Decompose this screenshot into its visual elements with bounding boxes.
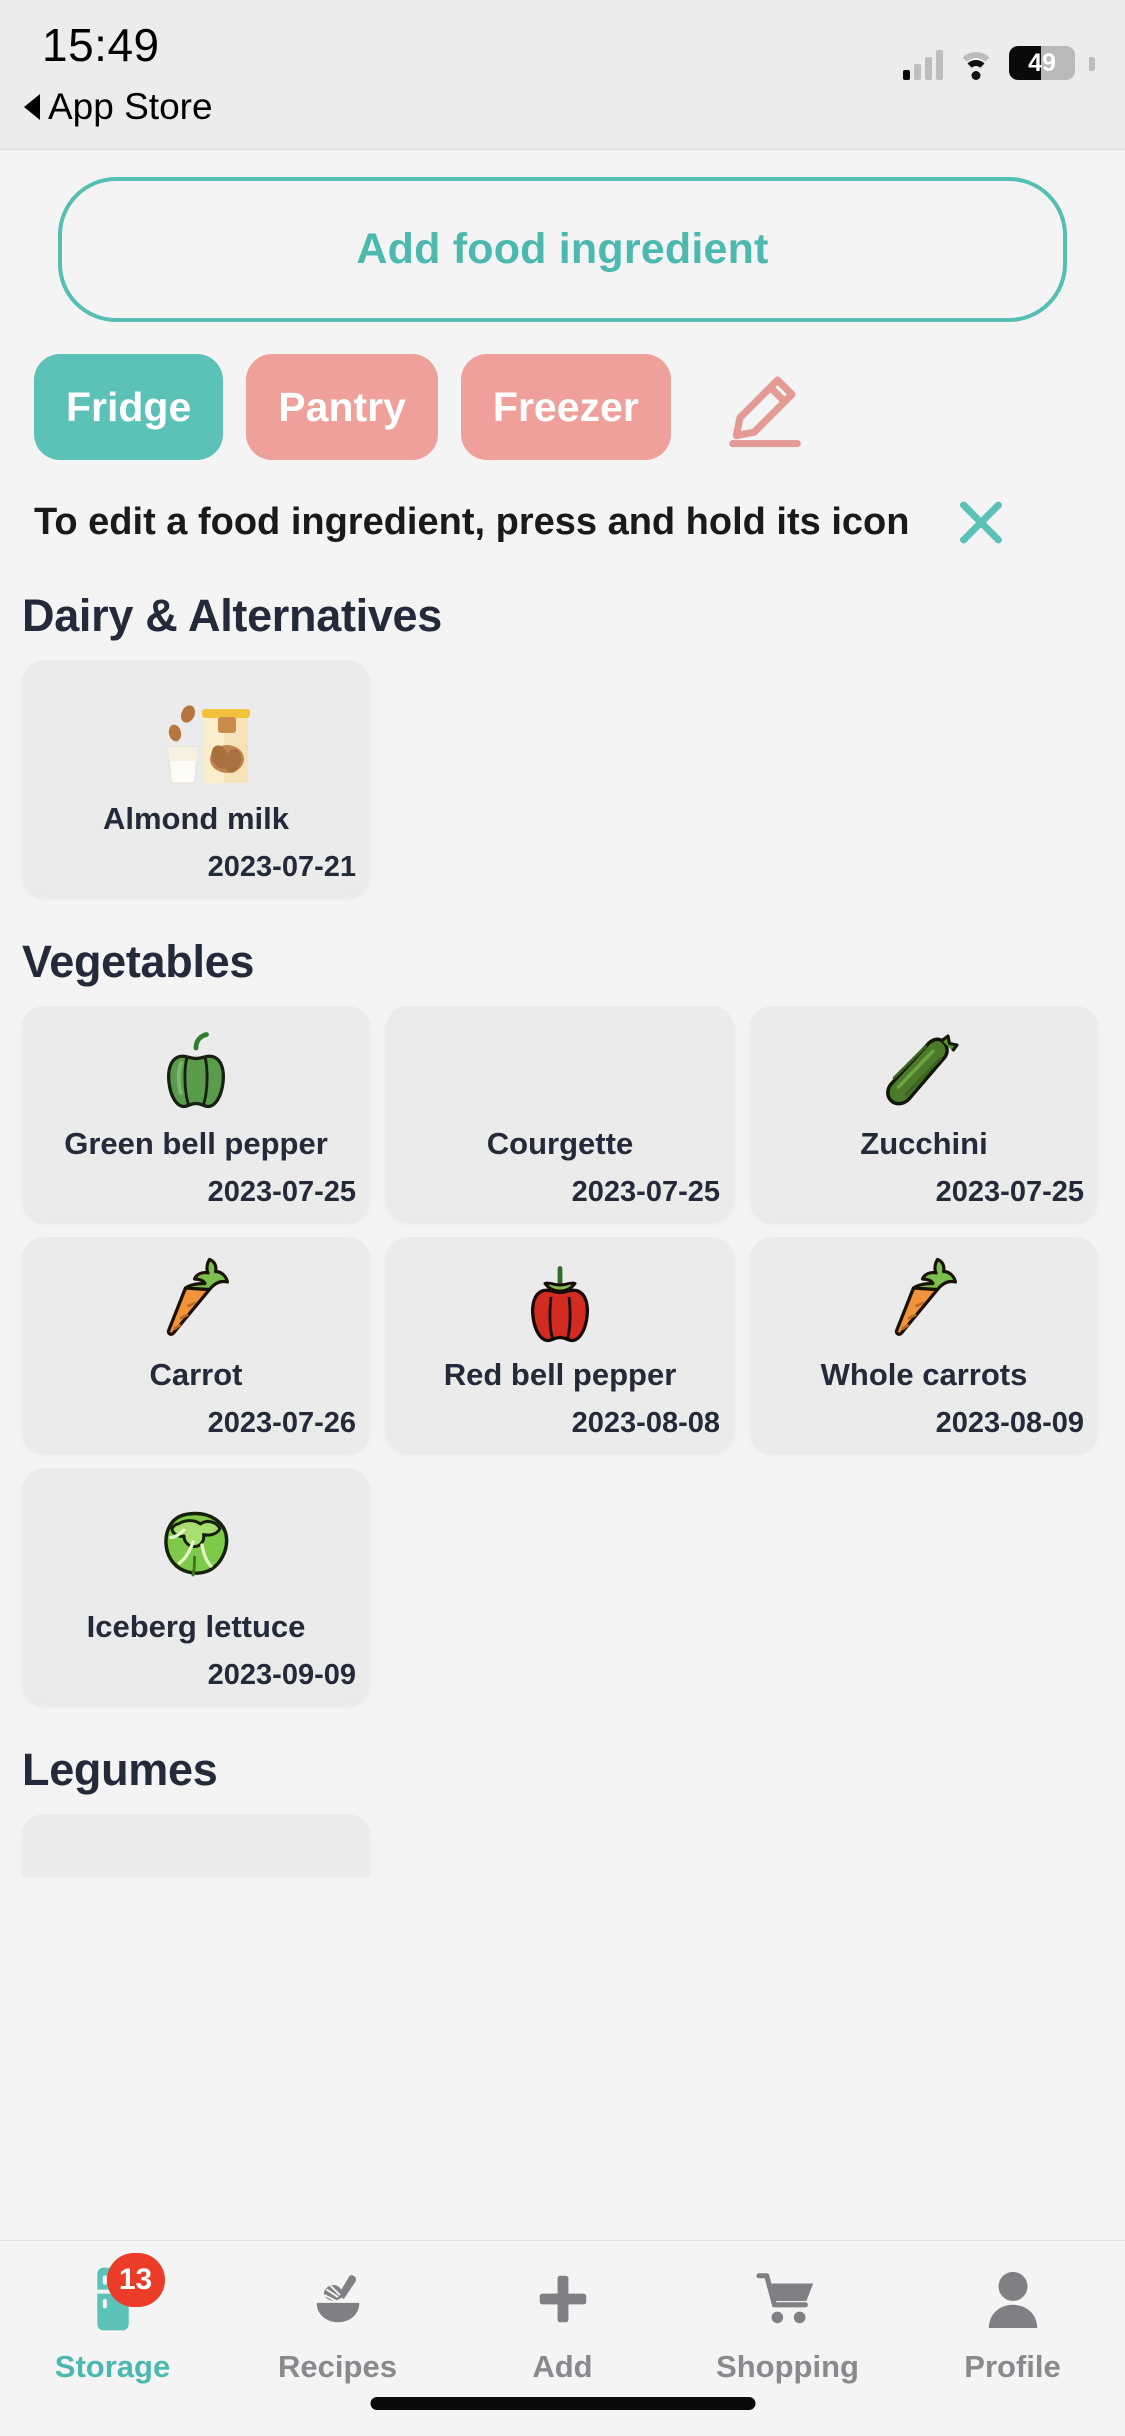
storage-tab-freezer[interactable]: Freezer: [460, 354, 671, 460]
battery-tip: [1089, 57, 1095, 71]
storage-badge-count: 13: [106, 2253, 165, 2307]
tab-recipes[interactable]: Recipes: [225, 2263, 450, 2385]
tab-storage-label: Storage: [54, 2349, 171, 2384]
food-card-date: 2023-08-09: [935, 1407, 1084, 1439]
green-bell-pepper-icon: [22, 1006, 370, 1126]
legumes-card-partial[interactable]: [22, 1814, 370, 1874]
bowl-whisk-icon: [302, 2263, 374, 2335]
plus-icon: [527, 2263, 599, 2335]
food-card-date: 2023-07-21: [207, 851, 356, 883]
tab-shopping-label: Shopping: [716, 2349, 859, 2384]
status-bar: 15:49 App Store 49: [0, 0, 1125, 150]
triangle-left-icon: [24, 94, 40, 120]
zucchini-icon: [750, 1006, 1098, 1126]
battery-level-label: 49: [1028, 48, 1056, 77]
food-card-date: 2023-07-25: [571, 1176, 720, 1208]
carrot-icon: [22, 1237, 370, 1357]
food-card-zucchini[interactable]: Zucchini 2023-07-25: [750, 1006, 1098, 1221]
wifi-icon: [957, 50, 995, 80]
food-card-iceberg-lettuce[interactable]: Iceberg lettuce 2023-09-09: [22, 1468, 370, 1704]
section-title-legumes: Legumes: [22, 1744, 218, 1795]
status-bar-indicators: 49: [903, 38, 1095, 80]
section-title-dairy: Dairy & Alternatives: [22, 590, 443, 641]
food-card-date: 2023-07-26: [207, 1407, 356, 1439]
tab-add-label: Add: [532, 2349, 593, 2384]
food-card-name: Iceberg lettuce: [86, 1609, 306, 1644]
food-card-name: Red bell pepper: [443, 1357, 677, 1392]
add-food-ingredient-button[interactable]: Add food ingredient: [58, 177, 1067, 322]
fridge-icon: 13: [77, 2253, 165, 2335]
person-icon: [977, 2263, 1049, 2335]
storage-tab-pantry[interactable]: Pantry: [246, 354, 438, 460]
food-card-red-bell-pepper[interactable]: Red bell pepper 2023-08-08: [386, 1237, 734, 1452]
carrot-icon: [750, 1237, 1098, 1357]
food-card-name: Whole carrots: [820, 1357, 1028, 1392]
food-card-carrot[interactable]: Carrot 2023-07-26: [22, 1237, 370, 1452]
tab-shopping[interactable]: Shopping: [675, 2263, 900, 2385]
storage-tab-fridge-label: Fridge: [66, 383, 192, 430]
tab-profile[interactable]: Profile: [900, 2263, 1125, 2385]
edit-hint-text: To edit a food ingredient, press and hol…: [34, 500, 910, 543]
tab-add[interactable]: Add: [450, 2263, 675, 2385]
food-card-date: 2023-09-09: [207, 1659, 356, 1691]
food-card-name: Green bell pepper: [64, 1126, 328, 1161]
food-card-whole-carrots[interactable]: Whole carrots 2023-08-09: [750, 1237, 1098, 1452]
food-card-name: Carrot: [149, 1357, 243, 1392]
edit-hint-banner: To edit a food ingredient, press and hol…: [34, 494, 1064, 550]
pencil-edit-icon[interactable]: [722, 364, 808, 450]
shopping-cart-icon: [752, 2263, 824, 2335]
home-indicator: [370, 2397, 755, 2410]
main-content: Add food ingredient Fridge Pantry Freeze…: [0, 151, 1125, 2241]
food-card-name: Courgette: [486, 1126, 634, 1161]
vegetables-items-grid: Green bell pepper 2023-07-25 Courgette 2…: [22, 1006, 1125, 1704]
back-to-app-store-button[interactable]: App Store: [24, 86, 213, 128]
cellular-signal-icon: [903, 50, 943, 80]
app-screen: 15:49 App Store 49 Add food ingredient F…: [0, 0, 1125, 2436]
status-bar-time: 15:49: [42, 19, 160, 71]
tab-profile-label: Profile: [964, 2349, 1061, 2384]
food-card-name: Almond milk: [102, 801, 289, 836]
storage-filter-tabs: Fridge Pantry Freezer: [34, 354, 1125, 460]
food-card-green-bell-pepper[interactable]: Green bell pepper 2023-07-25: [22, 1006, 370, 1221]
food-card-almond-milk[interactable]: Almond milk 2023-07-21: [22, 660, 370, 896]
storage-tab-pantry-label: Pantry: [278, 383, 406, 430]
lettuce-icon: [22, 1468, 370, 1609]
add-food-ingredient-label: Add food ingredient: [356, 225, 769, 273]
close-x-icon[interactable]: [953, 494, 1009, 550]
back-label: App Store: [48, 86, 213, 127]
tab-storage[interactable]: 13 Storage: [0, 2253, 225, 2385]
food-card-courgette[interactable]: Courgette 2023-07-25: [386, 1006, 734, 1221]
food-card-name: Zucchini: [860, 1126, 988, 1161]
storage-tab-fridge[interactable]: Fridge: [34, 354, 224, 460]
bottom-tab-bar: 13 Storage Recipes Add Shopping Profile: [0, 2240, 1125, 2436]
dairy-items-grid: Almond milk 2023-07-21: [22, 660, 1125, 896]
storage-tab-freezer-label: Freezer: [492, 383, 639, 430]
section-title-vegetables: Vegetables: [22, 936, 255, 987]
food-card-date: 2023-08-08: [571, 1407, 720, 1439]
battery-icon: 49: [1009, 46, 1075, 80]
red-bell-pepper-icon: [386, 1237, 734, 1357]
no-icon-placeholder: [386, 1006, 734, 1126]
almond-milk-icon: [22, 660, 370, 801]
food-card-date: 2023-07-25: [935, 1176, 1084, 1208]
tab-recipes-label: Recipes: [278, 2349, 397, 2384]
food-card-date: 2023-07-25: [207, 1176, 356, 1208]
